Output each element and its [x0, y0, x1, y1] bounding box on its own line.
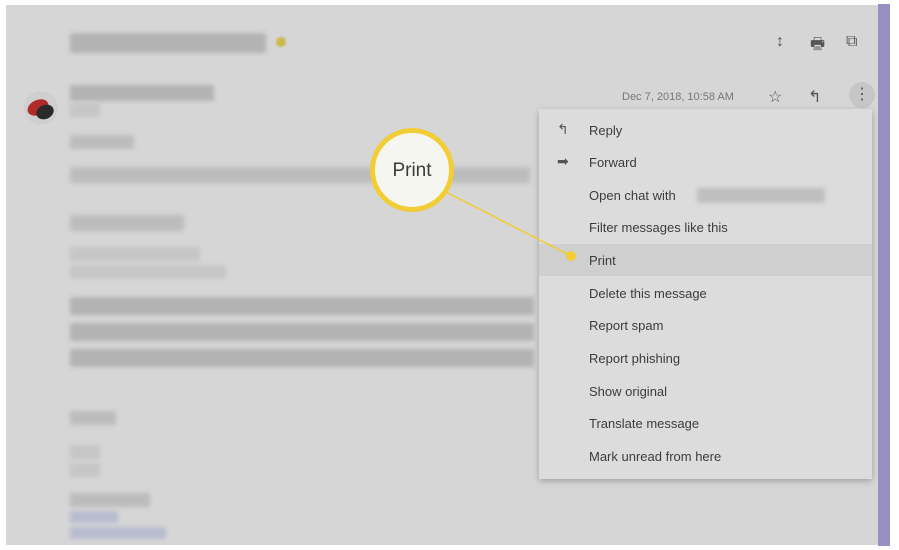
recipient-line — [70, 103, 100, 117]
email-view: ↕ 🖶 ⧉ Dec 7, 2018, 10:58 AM ☆ ↰ ⋮ ↰ Repl… — [6, 5, 886, 545]
body-line — [70, 511, 118, 523]
menu-item-delete[interactable]: Delete this message — [539, 277, 872, 309]
forward-icon: ➡ — [557, 153, 569, 169]
more-vert-icon[interactable]: ⋮ — [849, 82, 875, 108]
menu-item-filter-messages[interactable]: Filter messages like this — [539, 211, 872, 243]
callout-label: Print — [392, 160, 432, 181]
body-line — [70, 297, 534, 315]
print-icon[interactable]: 🖶 — [810, 33, 825, 60]
body-line — [70, 527, 166, 539]
menu-item-reply[interactable]: ↰ Reply — [539, 114, 872, 146]
menu-item-open-chat[interactable]: Open chat with — [539, 179, 872, 211]
body-line — [70, 463, 100, 477]
star-icon[interactable]: ☆ — [768, 87, 782, 107]
body-line — [70, 215, 184, 231]
body-line — [70, 445, 100, 459]
callout-print: Print — [370, 128, 454, 212]
body-line — [70, 349, 534, 367]
important-marker[interactable] — [276, 37, 286, 47]
expand-icon[interactable]: ↕ — [776, 33, 784, 51]
menu-item-translate[interactable]: Translate message — [539, 407, 872, 439]
menu-item-report-phishing[interactable]: Report phishing — [539, 342, 872, 374]
sender-name — [70, 85, 214, 101]
body-line — [70, 265, 226, 279]
body-line — [70, 135, 134, 149]
body-line — [70, 411, 116, 425]
scrollbar[interactable] — [878, 4, 890, 546]
avatar — [24, 91, 58, 125]
blurred-contact-name — [697, 188, 825, 203]
body-line — [70, 167, 530, 183]
open-in-new-window-icon[interactable]: ⧉ — [846, 33, 857, 51]
reply-icon[interactable]: ↰ — [808, 87, 821, 107]
menu-item-mark-unread[interactable]: Mark unread from here — [539, 440, 872, 472]
menu-item-print[interactable]: Print — [539, 244, 872, 276]
message-date: Dec 7, 2018, 10:58 AM — [622, 91, 734, 103]
menu-item-forward[interactable]: ➡ Forward — [539, 146, 872, 178]
body-line — [70, 323, 534, 341]
body-line — [70, 493, 150, 507]
callout-dot — [566, 251, 576, 261]
menu-item-show-original[interactable]: Show original — [539, 375, 872, 407]
reply-icon: ↰ — [557, 121, 569, 137]
body-line — [70, 247, 200, 261]
menu-item-report-spam[interactable]: Report spam — [539, 309, 872, 341]
subject-line — [70, 33, 266, 53]
message-more-menu: ↰ Reply ➡ Forward Open chat with Filter … — [539, 109, 872, 479]
